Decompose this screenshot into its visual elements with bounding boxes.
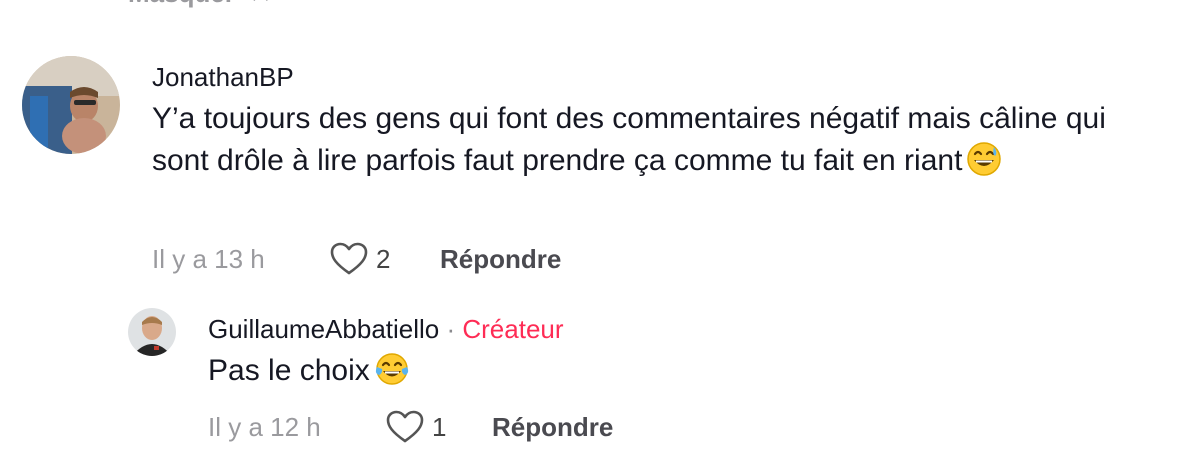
reply-username[interactable]: GuillaumeAbbatiello <box>208 314 439 344</box>
face-with-tears-of-joy-icon <box>374 351 410 387</box>
avatar-photo <box>128 308 176 356</box>
avatar-photo <box>22 56 120 154</box>
avatar[interactable] <box>128 308 176 356</box>
comment-body: Y’a toujours des gens qui font des comme… <box>152 102 1106 177</box>
like-button[interactable]: 2 <box>330 242 440 276</box>
like-button[interactable]: 1 <box>386 410 492 444</box>
reply-timestamp: Il y a 12 h <box>208 411 321 442</box>
comment-meta: Il y a 13 h 2 Répondre <box>152 242 561 276</box>
close-icon: ✕ <box>249 0 272 8</box>
reply-body: Pas le choix <box>208 354 370 387</box>
hide-replies-button[interactable]: Masquer ✕ <box>128 0 272 9</box>
reply-username-line: GuillaumeAbbatiello · Créateur <box>208 314 564 345</box>
heart-icon <box>386 410 424 443</box>
reply-button[interactable]: Répondre <box>492 412 613 443</box>
like-count: 1 <box>432 411 447 442</box>
comment-username[interactable]: JonathanBP <box>152 62 294 93</box>
creator-badge: Créateur <box>462 314 564 344</box>
avatar[interactable] <box>22 56 120 154</box>
heart-icon <box>330 242 368 275</box>
grinning-face-with-sweat-icon <box>966 141 1002 177</box>
comment-text: Y’a toujours des gens qui font des comme… <box>152 98 1152 182</box>
hide-replies-label: Masquer <box>128 0 235 9</box>
reply-text: Pas le choix <box>208 350 1108 392</box>
comment-timestamp: Il y a 13 h <box>152 243 265 274</box>
like-count: 2 <box>376 243 391 274</box>
creator-separator: · <box>439 314 463 344</box>
reply-meta: Il y a 12 h 1 Répondre <box>208 410 613 444</box>
reply-button[interactable]: Répondre <box>440 244 561 275</box>
